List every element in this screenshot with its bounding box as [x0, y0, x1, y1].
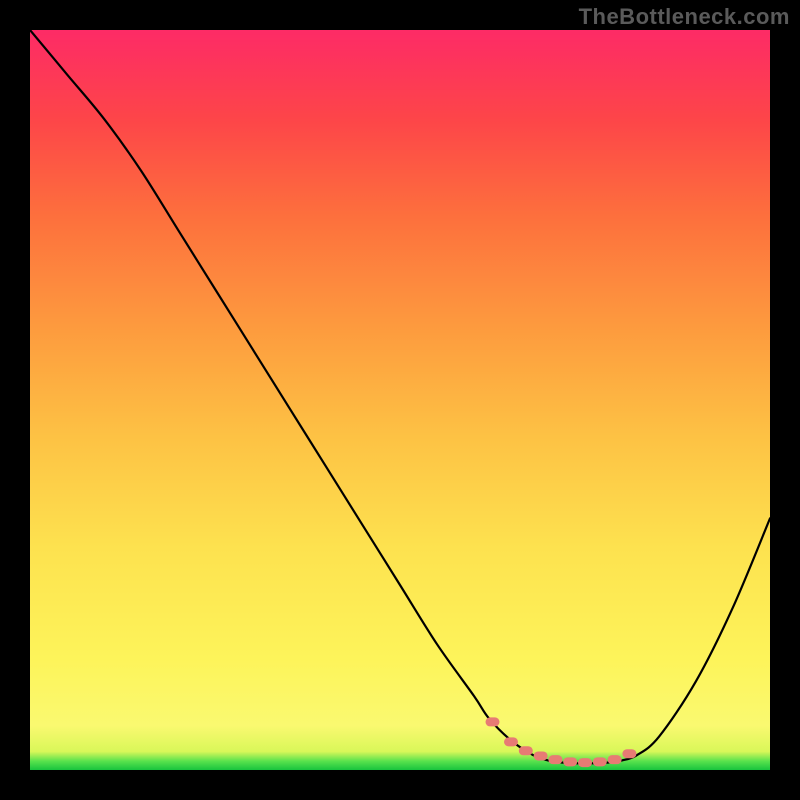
marker-dot	[548, 755, 562, 764]
marker-dot	[486, 717, 500, 726]
marker-group	[486, 717, 637, 767]
marker-dot	[608, 755, 622, 764]
watermark-label: TheBottleneck.com	[579, 4, 790, 30]
chart-frame: TheBottleneck.com	[0, 0, 800, 800]
plot-area	[30, 30, 770, 770]
marker-dot	[593, 757, 607, 766]
marker-dot	[534, 751, 548, 760]
bottleneck-curve	[30, 30, 770, 763]
marker-dot	[519, 746, 533, 755]
curve-layer	[30, 30, 770, 770]
marker-dot	[578, 758, 592, 767]
marker-dot	[563, 757, 577, 766]
marker-dot	[622, 749, 636, 758]
marker-dot	[504, 737, 518, 746]
